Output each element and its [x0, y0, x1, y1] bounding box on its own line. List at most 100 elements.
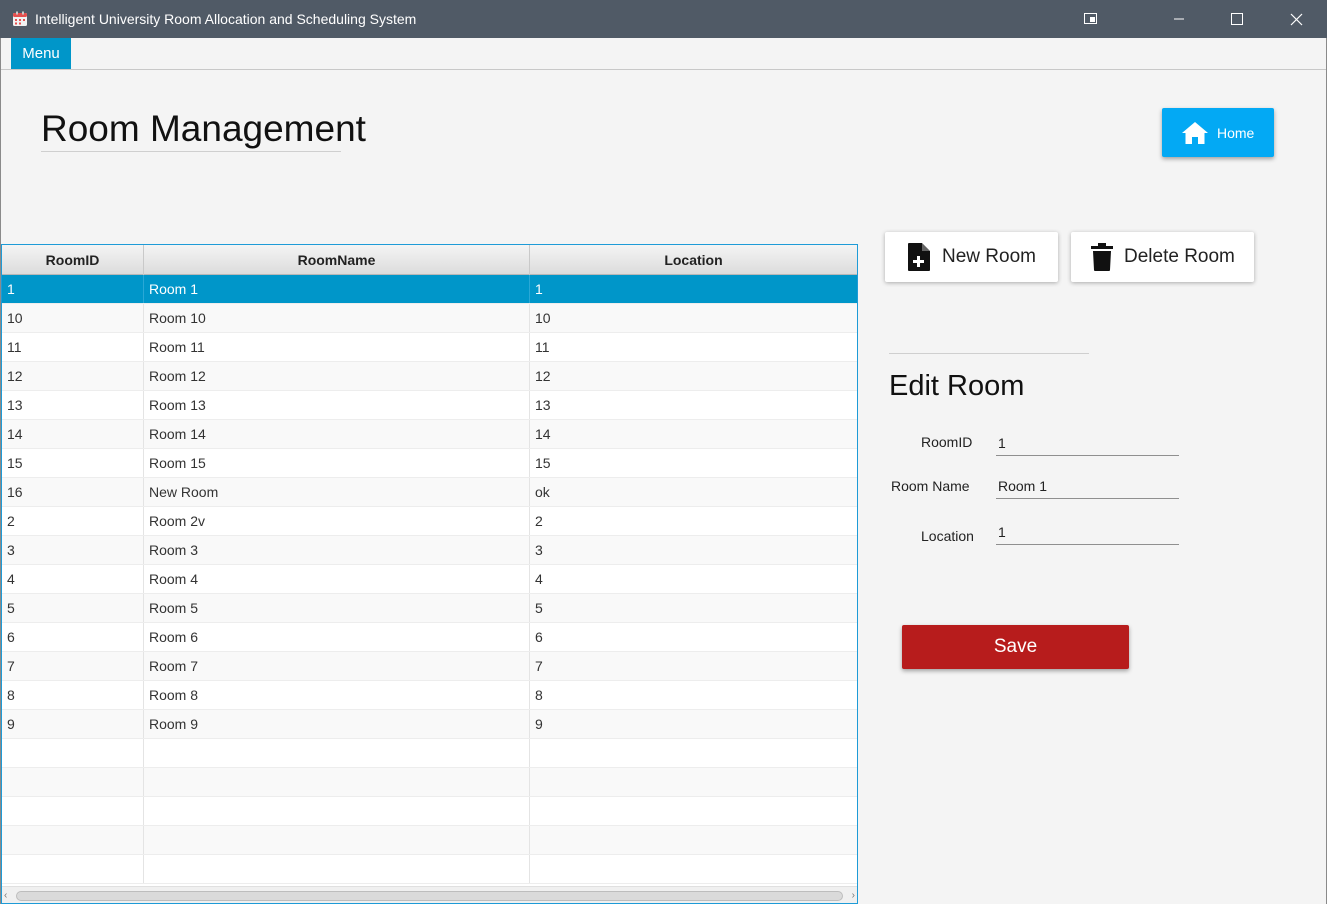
- rooms-table[interactable]: RoomID RoomName Location 1 Room 1 1 10 Room …: [1, 244, 858, 904]
- table-cell-roomname: Room 7: [144, 652, 530, 680]
- table-cell-roomname: [144, 855, 530, 883]
- home-button[interactable]: Home: [1162, 108, 1274, 157]
- table-cell-location: [530, 797, 857, 825]
- table-cell-location: ok: [535, 484, 550, 500]
- scrollbar-thumb[interactable]: [16, 891, 843, 901]
- table-cell-roomname: [144, 797, 530, 825]
- table-cell-roomname: Room 15: [144, 449, 530, 477]
- table-cell-location: 8: [535, 687, 543, 703]
- table-row[interactable]: 6 Room 66: [2, 623, 857, 652]
- roomid-field[interactable]: [996, 430, 1179, 456]
- table-cell-location: 7: [535, 658, 543, 674]
- table-row[interactable]: 7 Room 77: [2, 652, 857, 681]
- table-cell-roomname: Room 14: [144, 420, 530, 448]
- title-bar: Intelligent University Room Allocation a…: [0, 0, 1327, 38]
- table-row[interactable]: 16 New Room ok: [2, 478, 857, 507]
- table-row[interactable]: 1 Room 11: [2, 275, 857, 304]
- table-header: RoomID RoomName Location: [2, 245, 857, 275]
- table-cell-roomid: 2: [2, 507, 144, 535]
- delete-room-button[interactable]: Delete Room: [1071, 232, 1254, 282]
- delete-room-label: Delete Room: [1124, 246, 1235, 267]
- table-row[interactable]: 4 Room 44: [2, 565, 857, 594]
- empty-table-row[interactable]: [2, 768, 857, 797]
- minimize-icon: [1174, 18, 1184, 20]
- table-cell-roomid: 12: [2, 362, 144, 390]
- table-cell-roomname: Room 1: [144, 275, 530, 303]
- table-row[interactable]: 10 Room 10 10: [2, 304, 857, 333]
- table-cell-roomid: 13: [2, 391, 144, 419]
- trash-icon: [1091, 243, 1113, 271]
- location-label: Location: [921, 528, 974, 544]
- edit-section-divider: [889, 353, 1089, 354]
- new-room-label: New Room: [942, 246, 1036, 267]
- table-cell-location: [530, 739, 857, 767]
- table-cell-roomname: Room 8: [144, 681, 530, 709]
- menu-bar: Menu: [1, 38, 1326, 70]
- window-title: Intelligent University Room Allocation a…: [35, 11, 417, 27]
- table-cell-roomid: 4: [2, 565, 144, 593]
- horizontal-scrollbar[interactable]: ‹ ›: [2, 886, 857, 903]
- column-header-roomname[interactable]: RoomName: [144, 245, 530, 275]
- page-title: Room Management: [41, 108, 366, 149]
- room-name-label: Room Name: [891, 478, 970, 494]
- table-cell-location: 11: [535, 339, 550, 355]
- table-cell-location: 3: [535, 542, 543, 558]
- empty-table-row[interactable]: [2, 826, 857, 855]
- table-cell-roomid: [2, 826, 144, 854]
- table-cell-location: 2: [535, 513, 543, 529]
- table-cell-roomname: Room 6: [144, 623, 530, 651]
- table-row[interactable]: 3 Room 33: [2, 536, 857, 565]
- table-cell-location: 1: [535, 281, 543, 297]
- table-cell-roomname: Room 2v: [144, 507, 530, 535]
- column-header-roomid[interactable]: RoomID: [2, 245, 144, 275]
- room-name-field[interactable]: [996, 473, 1179, 499]
- table-cell-roomname: Room 5: [144, 594, 530, 622]
- empty-table-row[interactable]: [2, 797, 857, 826]
- table-cell-location: [530, 855, 857, 883]
- table-cell-roomname: Room 10: [144, 304, 530, 332]
- table-cell-roomname: [144, 826, 530, 854]
- home-button-label: Home: [1217, 124, 1255, 141]
- table-cell-location: 13: [535, 397, 551, 413]
- table-row[interactable]: 11 Room 11 11: [2, 333, 857, 362]
- table-row[interactable]: 5 Room 55: [2, 594, 857, 623]
- table-row[interactable]: 12 Room 12 12: [2, 362, 857, 391]
- scroll-left-icon[interactable]: ‹: [4, 890, 14, 901]
- table-row[interactable]: 13 Room 13 13: [2, 391, 857, 420]
- calendar-icon: [13, 11, 27, 26]
- table-cell-roomid: 3: [2, 536, 144, 564]
- table-row[interactable]: 15 Room 15 15: [2, 449, 857, 478]
- minimize-button[interactable]: [1150, 0, 1208, 38]
- close-button[interactable]: [1267, 0, 1325, 38]
- menu-button[interactable]: Menu: [11, 38, 71, 69]
- column-header-location[interactable]: Location: [530, 245, 857, 275]
- table-cell-location: 6: [535, 629, 543, 645]
- table-row[interactable]: 14 Room 14 14: [2, 420, 857, 449]
- table-cell-roomname: Room 12: [144, 362, 530, 390]
- table-row[interactable]: 9 Room 99: [2, 710, 857, 739]
- maximize-button[interactable]: [1208, 0, 1266, 38]
- table-cell-roomname: Room 9: [144, 710, 530, 738]
- table-row[interactable]: 8 Room 88: [2, 681, 857, 710]
- table-row[interactable]: 2 Room 2v 2: [2, 507, 857, 536]
- empty-table-row[interactable]: [2, 855, 857, 884]
- scroll-right-icon[interactable]: ›: [845, 890, 855, 901]
- pin-window-button[interactable]: [1062, 0, 1120, 38]
- home-icon: [1182, 121, 1208, 144]
- save-button[interactable]: Save: [902, 625, 1129, 669]
- table-cell-location: 9: [535, 716, 543, 732]
- title-underline: [41, 151, 341, 152]
- new-room-button[interactable]: New Room: [885, 232, 1058, 282]
- table-cell-roomid: 10: [2, 304, 144, 332]
- close-icon: [1290, 13, 1302, 25]
- table-cell-location: 15: [535, 455, 551, 471]
- location-field[interactable]: [996, 519, 1179, 545]
- table-cell-roomid: 11: [2, 333, 144, 361]
- table-cell-roomname: [144, 739, 530, 767]
- empty-table-row[interactable]: [2, 739, 857, 768]
- table-cell-roomid: 9: [2, 710, 144, 738]
- table-cell-roomid: [2, 855, 144, 883]
- table-cell-location: 5: [535, 600, 543, 616]
- table-cell-roomname: Room 4: [144, 565, 530, 593]
- table-cell-roomid: [2, 739, 144, 767]
